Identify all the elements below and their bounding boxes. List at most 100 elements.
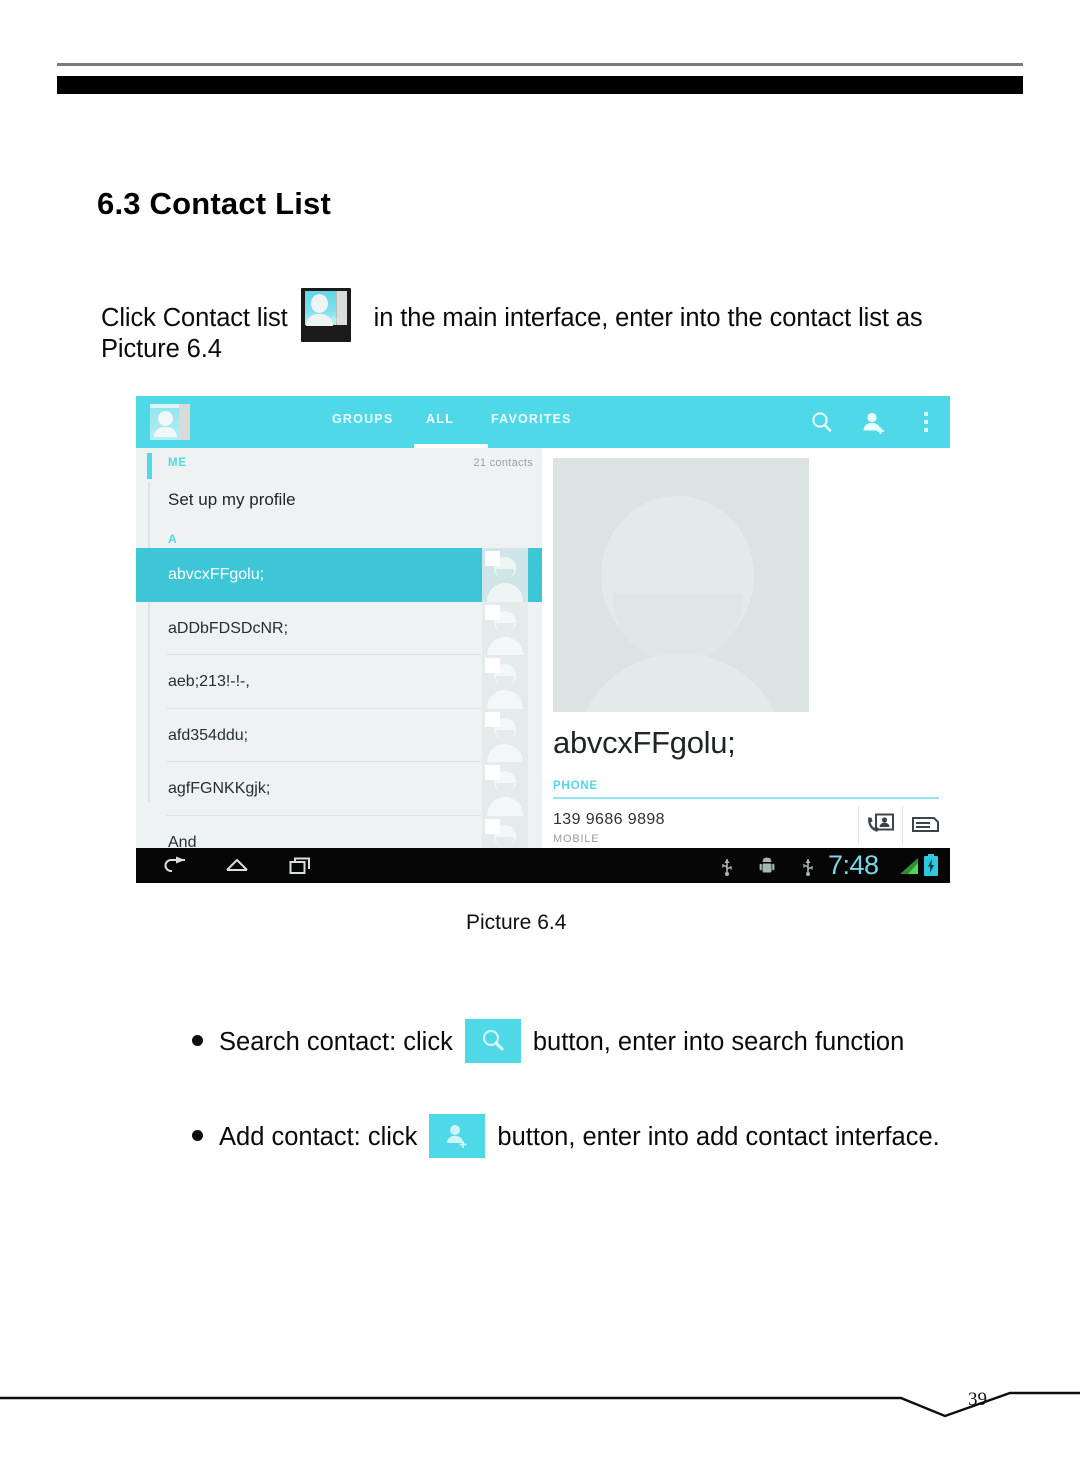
- bullet-search-contact: Search contact: click button, enter into …: [192, 1019, 904, 1063]
- people-icon-head: [310, 294, 328, 313]
- phone-type-label: MOBILE: [553, 833, 600, 845]
- app-bar-icon-head: [158, 411, 173, 426]
- action-divider: [858, 806, 859, 844]
- avatar-badge: [485, 658, 500, 673]
- overflow-dot: [924, 412, 928, 416]
- battery-charging-icon: [924, 854, 938, 876]
- bullet-add-contact: Add contact: click button, enter into add…: [192, 1114, 940, 1158]
- avatar: [482, 655, 528, 709]
- people-app-icon: People: [300, 288, 351, 342]
- footer-rule: [0, 1389, 1080, 1419]
- status-clock: 7:48: [828, 850, 879, 880]
- setup-profile-row[interactable]: Set up my profile: [168, 490, 296, 510]
- app-bar-icon-strip: [179, 404, 190, 440]
- phone-number[interactable]: 139 9686 9898: [553, 811, 665, 829]
- contact-name: aDDbFDSDcNR;: [168, 619, 289, 637]
- signal-bars-icon: [899, 857, 919, 875]
- tab-all[interactable]: ALL: [426, 412, 454, 426]
- list-item[interactable]: afd354ddu;: [136, 708, 542, 762]
- avatar-body: [487, 636, 523, 655]
- call-contact-icon[interactable]: [866, 812, 896, 838]
- home-icon[interactable]: [224, 855, 250, 877]
- contacts-count: 21 contacts: [473, 457, 533, 469]
- bullet-dot: [192, 1130, 203, 1141]
- avatar-body: [487, 743, 523, 762]
- phone-section-rule: [553, 797, 939, 799]
- me-label: ME: [168, 457, 187, 469]
- avatar: [482, 815, 528, 848]
- overflow-dots: [911, 412, 941, 432]
- selection-caret-icon: [529, 548, 542, 602]
- app-bar-icon-body: [154, 427, 177, 437]
- page-title: 6.3 Contact List: [97, 186, 332, 221]
- avatar-body: [487, 690, 523, 709]
- avatar-body: [487, 797, 523, 816]
- send-message-icon[interactable]: [910, 812, 940, 838]
- page-number: 39: [968, 1389, 987, 1410]
- android-debug-icon: [759, 856, 775, 876]
- usb-icon: [800, 856, 816, 876]
- usb-icon: [719, 856, 735, 876]
- add-contact-icon[interactable]: [859, 408, 889, 438]
- header-rule-thick: [57, 76, 1023, 94]
- tab-favorites[interactable]: FAVORITES: [491, 412, 572, 426]
- me-section-header: ME 21 contacts: [136, 448, 542, 482]
- contact-name: abvcxFFgolu;: [168, 566, 265, 583]
- avatar: [482, 762, 528, 816]
- action-divider: [902, 806, 903, 844]
- avatar-badge: [485, 551, 500, 566]
- back-icon[interactable]: [162, 855, 188, 877]
- avatar: [482, 601, 528, 655]
- header-rule-thin: [57, 63, 1023, 66]
- intro-paragraph: Click Contact list People in the main in…: [101, 288, 981, 342]
- avatar: [482, 548, 528, 602]
- list-item[interactable]: abvcxFFgolu;: [136, 548, 542, 602]
- bullet-text-before: Search contact: click: [219, 1028, 453, 1056]
- people-icon-body: [305, 314, 333, 326]
- alpha-header-a: A: [168, 532, 177, 546]
- avatar: [482, 708, 528, 762]
- people-app-bar-icon[interactable]: [150, 404, 190, 440]
- intro-text-before: Click Contact list: [101, 304, 288, 332]
- app-bar: GROUPS ALL FAVORITES: [136, 396, 950, 448]
- bullet-text-after: button, enter into add contact interface…: [497, 1123, 940, 1151]
- recents-icon[interactable]: [288, 855, 314, 877]
- content-panes: ME 21 contacts Set up my profile A abvcx…: [136, 448, 950, 848]
- search-icon: [464, 1019, 521, 1063]
- avatar-badge: [485, 765, 500, 780]
- contact-photo[interactable]: [553, 458, 809, 712]
- avatar-badge: [485, 711, 500, 727]
- add-contact-icon: [429, 1114, 486, 1158]
- intro-paragraph-line2: Picture 6.4: [101, 335, 222, 363]
- tab-groups[interactable]: GROUPS: [332, 412, 393, 426]
- list-item[interactable]: And: [136, 815, 542, 849]
- contact-name: aeb;213!-!-,: [168, 673, 250, 690]
- list-item[interactable]: aDDbFDSDcNR;: [136, 601, 542, 655]
- phone-section-label: PHONE: [553, 780, 598, 792]
- list-item[interactable]: agfFGNKKgjk;: [136, 762, 542, 816]
- avatar-body: [487, 583, 523, 602]
- figure-caption: Picture 6.4: [466, 911, 567, 934]
- bullet-dot: [192, 1035, 203, 1046]
- contact-detail-pane: abvcxFFgolu; PHONE 139 9686 9898 MOBILE: [542, 448, 950, 848]
- avatar-badge: [485, 818, 500, 834]
- search-icon[interactable]: [807, 408, 837, 438]
- contact-name: afd354ddu;: [168, 726, 249, 744]
- intro-text-after: in the main interface, enter into the co…: [373, 304, 923, 332]
- app-bar-icon-top: [150, 404, 179, 408]
- list-item[interactable]: aeb;213!-!-,: [136, 655, 542, 709]
- contact-detail-name: abvcxFFgolu;: [553, 725, 736, 760]
- contact-rows: abvcxFFgolu; aDDbFDSDcNR; aeb;213!-!-, a…: [136, 548, 542, 848]
- overflow-dot: [924, 420, 928, 424]
- contact-name: And: [168, 833, 197, 849]
- bullet-text-before: Add contact: click: [219, 1123, 418, 1151]
- contact-list-pane[interactable]: ME 21 contacts Set up my profile A abvcx…: [136, 448, 542, 848]
- system-navigation-bar: 7:48: [136, 848, 950, 883]
- bullet-text-after: button, enter into search function: [532, 1028, 905, 1056]
- overflow-menu-icon[interactable]: [911, 408, 941, 438]
- overflow-dot: [924, 428, 928, 432]
- contact-name: agfFGNKKgjk;: [168, 780, 271, 797]
- photo-body: [575, 653, 785, 712]
- avatar-badge: [485, 604, 500, 620]
- tablet-screenshot: GROUPS ALL FAVORITES ME 21 contacts Set …: [136, 396, 950, 883]
